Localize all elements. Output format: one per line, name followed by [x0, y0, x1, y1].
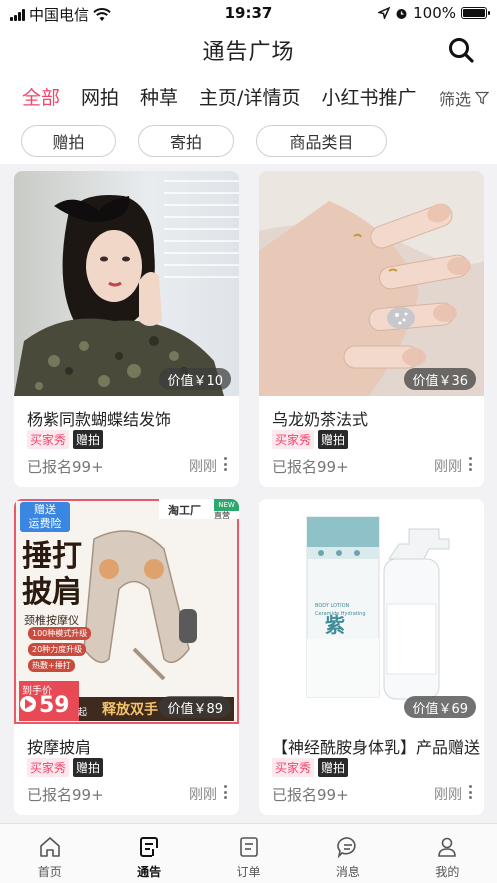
- enroll-count: 已报名99+: [27, 786, 104, 804]
- tab-online-shoot[interactable]: 网拍: [81, 83, 119, 110]
- price-badge: 价值￥69: [404, 696, 476, 718]
- filter-icon: [475, 91, 489, 105]
- product-image: [14, 171, 239, 396]
- filter-button[interactable]: 筛选: [432, 86, 489, 110]
- message-icon: [337, 837, 356, 859]
- promo-bullet: 100种模式升级: [28, 627, 92, 640]
- tabbar-label: 订单: [236, 865, 261, 879]
- profile-icon: [438, 837, 457, 857]
- tabbar-label: 通告: [137, 865, 162, 879]
- post-time: 刚刚: [434, 787, 462, 803]
- notice-card[interactable]: 价值￥36 乌龙奶茶法式 买家秀 赠拍 已报名99+ 刚刚: [259, 171, 484, 487]
- promo-line1: 赠送: [34, 503, 56, 516]
- tag-buyer-show: 买家秀: [272, 758, 315, 777]
- tag-buyer-show: 买家秀: [27, 430, 70, 449]
- promo-new-badge: NEW: [218, 501, 235, 509]
- more-icon[interactable]: [223, 457, 227, 471]
- card-title: 按摩披肩: [27, 738, 92, 757]
- tabbar-item-home[interactable]: 首页: [0, 824, 99, 883]
- tabbar-item-notice[interactable]: 通告: [99, 824, 198, 883]
- tag-gift-shoot: 赠拍: [318, 430, 349, 449]
- tag-gift-shoot: 赠拍: [73, 758, 104, 777]
- chip-product-category[interactable]: 商品类目: [256, 125, 387, 157]
- home-icon: [39, 837, 60, 857]
- more-icon[interactable]: [468, 457, 472, 471]
- product-line1: BODY LOTION: [315, 603, 350, 609]
- enroll-count: 已报名99+: [272, 458, 349, 476]
- tab-all[interactable]: 全部: [22, 83, 60, 110]
- promo-qi: 起: [78, 708, 88, 718]
- price-badge: 价值￥89: [159, 696, 231, 718]
- promo-line2: 运费险: [28, 517, 62, 530]
- card-title: 【神经酰胺身体乳】产品赠送: [272, 738, 481, 757]
- tag-buyer-show: 买家秀: [272, 430, 315, 449]
- battery-percent: 100%: [413, 4, 456, 22]
- card-tags: 买家秀 赠拍: [272, 758, 349, 777]
- status-bar: 中国电信 19:37 100%: [0, 0, 497, 26]
- tab-xiaohongshu[interactable]: 小红书推广: [321, 83, 416, 110]
- promo-bullet: 热敷+捶打: [28, 659, 75, 672]
- promo-sub: 颈椎按摩仪: [24, 614, 79, 627]
- promo-bullet: 20种力度升级: [28, 643, 87, 656]
- tabbar-label: 消息: [335, 865, 360, 879]
- chip-gift-shoot[interactable]: 赠拍: [21, 125, 116, 157]
- category-tabs: 全部 网拍 种草 主页/详情页 小红书推广 筛选: [0, 74, 497, 118]
- tabbar-item-order[interactable]: 订单: [199, 824, 298, 883]
- promo-price: 59: [39, 693, 70, 718]
- promo-headline: 捶打 披肩: [22, 539, 82, 611]
- tab-homepage-detail[interactable]: 主页/详情页: [199, 83, 300, 110]
- nav-bar: 通告广场: [0, 26, 497, 74]
- tag-gift-shoot: 赠拍: [73, 430, 104, 449]
- notice-card[interactable]: 价值￥10 杨紫同款蝴蝶结发饰 买家秀 赠拍 已报名99+ 刚刚: [14, 171, 239, 487]
- filter-label: 筛选: [438, 90, 471, 109]
- card-title: 杨紫同款蝴蝶结发饰: [27, 410, 172, 429]
- price-badge: 价值￥36: [404, 368, 476, 390]
- post-time: 刚刚: [189, 459, 217, 475]
- promo-direct: 直营: [214, 511, 230, 520]
- more-icon[interactable]: [223, 785, 227, 799]
- notice-card[interactable]: 赠送 运费险 捶打 披肩 颈椎按摩仪 100种模式升级 20种力度升级 热敷+捶…: [14, 499, 239, 815]
- tab-seeding[interactable]: 种草: [140, 83, 178, 110]
- battery-icon: [461, 7, 490, 19]
- card-tags: 买家秀 赠拍: [272, 430, 349, 449]
- tabbar-item-profile[interactable]: 我的: [398, 824, 497, 883]
- product-image: [259, 171, 484, 396]
- enroll-count: 已报名99+: [272, 786, 349, 804]
- promo-big2: 披肩: [22, 575, 82, 610]
- alarm-icon: [396, 8, 407, 19]
- tag-gift-shoot: 赠拍: [318, 758, 349, 777]
- promo-slogan: 释放双手: [102, 702, 158, 718]
- tabbar-item-message[interactable]: 消息: [298, 824, 397, 883]
- chip-send-shoot[interactable]: 寄拍: [138, 125, 234, 157]
- status-right: 100%: [378, 4, 490, 22]
- product-image: 紫 BODY LOTION Ceramide Hydrating: [259, 499, 484, 724]
- bottom-tab-bar: 首页 通告 订单 消息 我的: [0, 823, 497, 883]
- search-icon[interactable]: [447, 36, 475, 64]
- more-icon[interactable]: [468, 785, 472, 799]
- page-title: 通告广场: [202, 40, 295, 65]
- notice-icon: [140, 837, 160, 857]
- enroll-count: 已报名99+: [27, 458, 104, 476]
- order-icon: [239, 837, 258, 857]
- promo-bullets: 100种模式升级 20种力度升级 热敷+捶打: [28, 627, 92, 672]
- card-tags: 买家秀 赠拍: [27, 758, 104, 777]
- location-arrow-icon: [378, 7, 391, 19]
- filter-chips: 赠拍 寄拍 商品类目: [0, 118, 497, 164]
- promo-sticker: 赠送 运费险: [20, 502, 70, 532]
- tabbar-label: 首页: [37, 865, 62, 879]
- price-badge: 价值￥10: [159, 368, 231, 390]
- product-image: 赠送 运费险 捶打 披肩 颈椎按摩仪 100种模式升级 20种力度升级 热敷+捶…: [14, 499, 239, 724]
- card-tags: 买家秀 赠拍: [27, 430, 104, 449]
- notice-card[interactable]: 紫 BODY LOTION Ceramide Hydrating 价值￥69 【…: [259, 499, 484, 815]
- post-time: 刚刚: [189, 787, 217, 803]
- promo-brand: 淘工厂: [168, 504, 201, 517]
- tabbar-label: 我的: [435, 865, 460, 879]
- post-time: 刚刚: [434, 459, 462, 475]
- promo-big1: 捶打: [22, 539, 82, 574]
- product-line2: Ceramide Hydrating: [315, 611, 366, 617]
- card-title: 乌龙奶茶法式: [272, 410, 369, 429]
- tag-buyer-show: 买家秀: [27, 758, 70, 777]
